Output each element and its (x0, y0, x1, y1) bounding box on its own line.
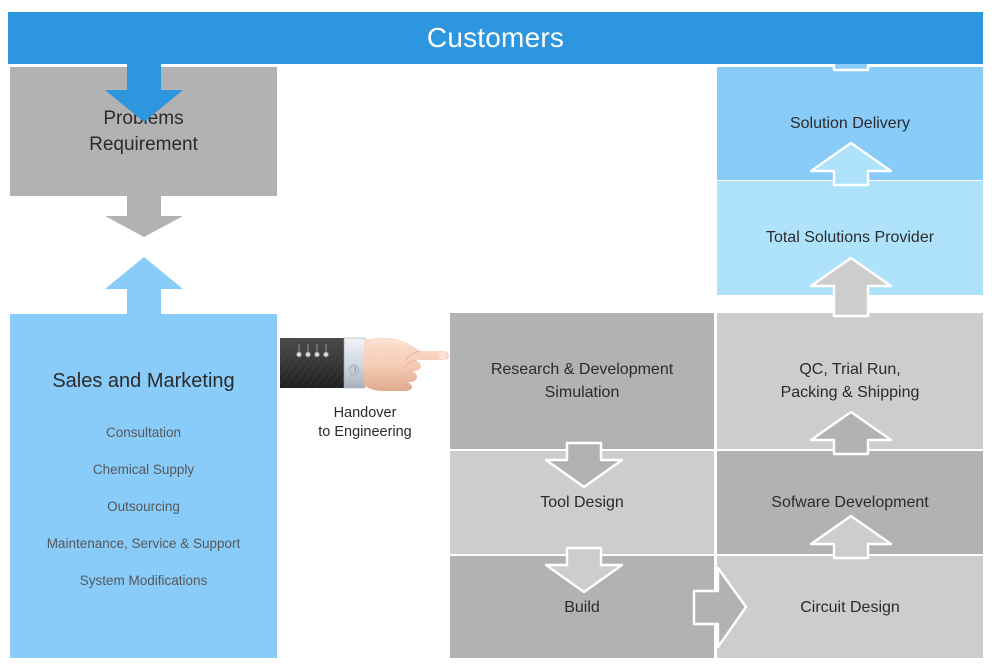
qc-line1: QC, Trial Run, (799, 361, 901, 378)
problems-requirement-box: Problems Requirement (10, 67, 277, 196)
sales-and-marketing-box: Sales and Marketing Consultation Chemica… (10, 314, 277, 658)
sales-item-consultation: Consultation (105, 425, 182, 440)
rnd-line1: Research & Development (490, 361, 674, 378)
qc-line2: Packing & Shipping (780, 384, 920, 401)
process-cell-software-development: Sofware Development (717, 451, 983, 554)
process-cell-build: Build (450, 556, 714, 658)
total-solutions-provider-label: Total Solutions Provider (765, 229, 935, 246)
total-solutions-provider-box: Total Solutions Provider (717, 181, 983, 295)
handover-label: Handover to Engineering (280, 404, 450, 442)
customers-header-bar: Customers (8, 12, 983, 64)
process-cell-circuit-design: Circuit Design (717, 556, 983, 658)
arrow-problems-down-icon (105, 196, 183, 237)
handover-group: Handover to Engineering (280, 332, 450, 447)
solution-delivery-label: Solution Delivery (789, 114, 911, 132)
rnd-line2: Simulation (544, 384, 620, 401)
arrow-sales-to-problems-icon (105, 257, 183, 317)
process-flow-diagram: Customers Problems Requirement Sales and… (0, 0, 992, 670)
sales-item-maintenance-service-support: Maintenance, Service & Support (46, 536, 241, 551)
software-development-label: Sofware Development (771, 494, 929, 511)
problems-line1: Problems (103, 107, 184, 129)
problems-line2: Requirement (89, 133, 198, 155)
sales-and-marketing-title: Sales and Marketing (52, 370, 235, 392)
process-cell-tool-design: Tool Design (450, 451, 714, 554)
customers-header-label: Customers (426, 22, 565, 53)
sales-item-chemical-supply: Chemical Supply (92, 462, 195, 477)
pointing-hand-icon (280, 337, 449, 391)
process-cell-research-development: Research & Development Simulation (450, 313, 714, 449)
sales-item-system-modifications: System Modifications (79, 573, 208, 588)
tool-design-label: Tool Design (540, 494, 624, 511)
build-label: Build (564, 598, 600, 616)
handover-line1: Handover (333, 405, 397, 421)
solution-delivery-box: Solution Delivery (717, 67, 983, 180)
handover-line2: to Engineering (318, 424, 412, 440)
circuit-design-label: Circuit Design (800, 598, 900, 616)
sales-item-outsourcing: Outsourcing (107, 499, 180, 514)
process-cell-qc-trial-run: QC, Trial Run, Packing & Shipping (717, 313, 983, 449)
